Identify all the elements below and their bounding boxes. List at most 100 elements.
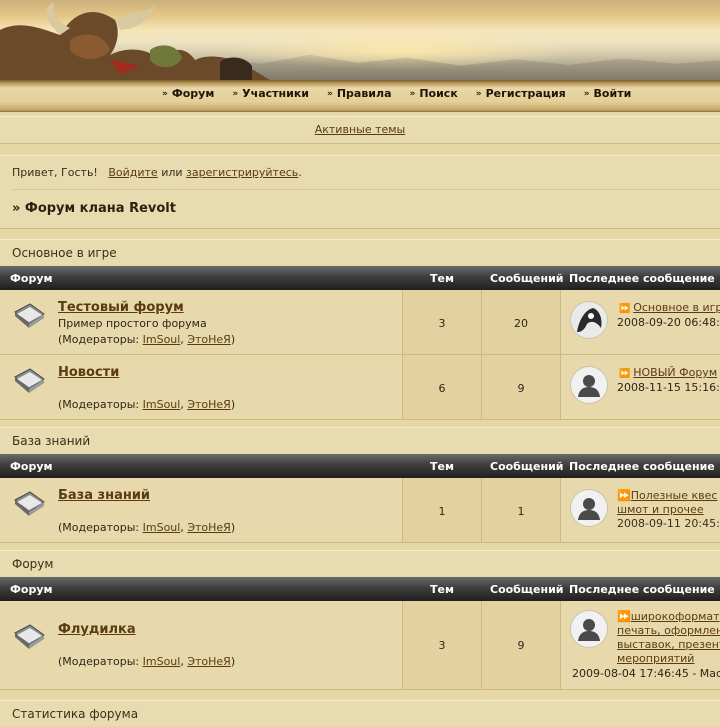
last-post-date: 2008-09-11 20:45: xyxy=(617,517,720,530)
greeting-text: Привет, Гость! xyxy=(12,166,98,179)
default-avatar-icon xyxy=(571,367,607,403)
avatar[interactable] xyxy=(571,302,607,338)
mods-comma: , xyxy=(180,655,184,668)
forum-row: Новости (Модераторы: ImSoul, ЭтоНеЯ) 6 9… xyxy=(0,355,720,420)
forum-envelope-icon xyxy=(14,624,45,649)
forum-title-link[interactable]: Тестовый форум xyxy=(58,300,184,315)
moderator-link[interactable]: ImSoul xyxy=(143,655,181,668)
moderator-link[interactable]: ImSoul xyxy=(143,398,181,411)
category-header: База знаний xyxy=(0,427,720,453)
moderator-link[interactable]: ЭтоНеЯ xyxy=(187,333,231,346)
posts-cell: 9 xyxy=(482,355,561,419)
forum-envelope-icon xyxy=(14,368,45,393)
last-post-title[interactable]: широкоформат xyxy=(631,610,720,623)
forum-row: База знаний (Модераторы: ImSoul, ЭтоНеЯ)… xyxy=(0,478,720,543)
last-post-title[interactable]: мероприятий xyxy=(617,652,694,665)
last-post-link[interactable]: ⏩широкоформат печать, оформлен выставок,… xyxy=(617,610,720,666)
moderator-link[interactable]: ЭтоНеЯ xyxy=(187,521,231,534)
category-header: Основное в игре xyxy=(0,239,720,265)
stats-header: Статистика форума xyxy=(0,700,720,726)
avatar[interactable] xyxy=(571,367,607,403)
topic-count: 1 xyxy=(438,505,446,518)
last-post-title[interactable]: шмот и прочее xyxy=(617,503,704,516)
last-post-title[interactable]: Основное в игре xyxy=(633,301,720,314)
default-avatar-icon xyxy=(571,611,607,647)
last-post-link[interactable]: ⏩ НОВЫЙ Форум xyxy=(619,366,717,379)
moderator-link[interactable]: ImSoul xyxy=(143,521,181,534)
moderator-link[interactable]: ImSoul xyxy=(143,333,181,346)
forum-cell: База знаний (Модераторы: ImSoul, ЭтоНеЯ) xyxy=(0,478,403,542)
moderator-link[interactable]: ЭтоНеЯ xyxy=(187,398,231,411)
greeting-or: или xyxy=(161,166,183,179)
moderator-link[interactable]: ЭтоНеЯ xyxy=(187,655,231,668)
table-header: Форум Тем Сообщений Последнее сообщение xyxy=(0,266,720,290)
forum-title-link[interactable]: Флудилка xyxy=(58,622,136,637)
moderators: (Модераторы: ImSoul, ЭтоНеЯ) xyxy=(58,655,235,668)
post-count: 9 xyxy=(517,382,525,395)
col-last: Последнее сообщение xyxy=(569,272,715,285)
active-topics-bar: Активные темы xyxy=(0,116,720,144)
forum-cell: Тестовый форум Пример простого форума (М… xyxy=(0,290,403,354)
register-link[interactable]: зарегистрируйтесь xyxy=(186,166,298,179)
avatar[interactable] xyxy=(571,611,607,647)
last-post-title[interactable]: печать, оформлен xyxy=(617,624,720,637)
breadcrumb: » Форум клана Revolt xyxy=(12,201,176,216)
divider xyxy=(12,189,720,190)
forum-row: Флудилка (Модераторы: ImSoul, ЭтоНеЯ) 3 … xyxy=(0,601,720,690)
nav-search[interactable]: » Поиск xyxy=(410,87,458,100)
topics-cell: 3 xyxy=(403,601,482,689)
mods-suffix: ) xyxy=(230,333,236,346)
col-forum: Форум xyxy=(10,583,53,596)
double-chevron-icon: » xyxy=(583,88,590,99)
forum-title-link[interactable]: Новости xyxy=(58,365,119,380)
header-banner xyxy=(0,0,720,80)
double-chevron-icon: » xyxy=(327,88,333,99)
double-chevron-icon: » xyxy=(232,88,239,99)
topics-cell: 6 xyxy=(403,355,482,419)
double-chevron-icon: » xyxy=(475,88,482,99)
last-post-title[interactable]: Полезные квес xyxy=(631,489,718,502)
active-topics-link[interactable]: Активные темы xyxy=(315,123,406,136)
greeting-panel: Привет, Гость! Войдите или зарегистрируй… xyxy=(0,155,720,229)
topic-count: 3 xyxy=(438,639,446,652)
mods-comma: , xyxy=(180,333,184,346)
mods-prefix: (Модераторы: xyxy=(58,521,140,534)
avatar[interactable] xyxy=(571,490,607,526)
nav-label: Правила xyxy=(336,87,392,100)
last-post-icon: ⏩ xyxy=(617,610,631,623)
mods-prefix: (Модераторы: xyxy=(58,398,140,411)
posts-cell: 1 xyxy=(482,478,561,542)
table-header: Форум Тем Сообщений Последнее сообщение xyxy=(0,454,720,478)
col-posts: Сообщений xyxy=(490,583,564,596)
col-last: Последнее сообщение xyxy=(569,460,715,473)
last-post-title[interactable]: НОВЫЙ Форум xyxy=(633,366,717,379)
forum-title-link[interactable]: База знаний xyxy=(58,488,150,503)
forum-envelope-icon xyxy=(14,491,45,516)
nav-members[interactable]: » Участники xyxy=(232,87,309,100)
avatar-image xyxy=(571,302,607,338)
login-link[interactable]: Войдите xyxy=(108,166,157,179)
nav-login[interactable]: » Войти xyxy=(584,87,632,100)
main-navbar: » Форум » Участники » Правила » Поиск » Регис… xyxy=(0,80,720,112)
col-posts: Сообщений xyxy=(490,272,564,285)
nav-forum[interactable]: » Форум xyxy=(162,87,214,100)
posts-cell: 20 xyxy=(482,290,561,354)
last-post-link[interactable]: ⏩Полезные квес шмот и прочее 2008-09-11 … xyxy=(617,489,720,531)
last-post-icon: ⏩ xyxy=(617,489,631,502)
moderators: (Модераторы: ImSoul, ЭтоНеЯ) xyxy=(58,521,235,534)
forum-cell: Флудилка (Модераторы: ImSoul, ЭтоНеЯ) xyxy=(0,601,403,689)
last-post-link[interactable]: ⏩ Основное в игре xyxy=(619,301,720,314)
nav-register[interactable]: » Регистрация xyxy=(476,87,566,100)
table-header: Форум Тем Сообщений Последнее сообщение xyxy=(0,577,720,601)
col-topics: Тем xyxy=(430,272,454,285)
post-count: 1 xyxy=(517,505,525,518)
posts-cell: 9 xyxy=(482,601,561,689)
mods-prefix: (Модераторы: xyxy=(58,655,140,668)
col-posts: Сообщений xyxy=(490,460,564,473)
default-avatar-icon xyxy=(571,490,607,526)
col-topics: Тем xyxy=(430,583,454,596)
last-post-title[interactable]: выставок, презент xyxy=(617,638,720,651)
col-topics: Тем xyxy=(430,460,454,473)
last-post-icon: ⏩ xyxy=(619,369,631,379)
nav-rules[interactable]: » Правила xyxy=(327,87,391,100)
